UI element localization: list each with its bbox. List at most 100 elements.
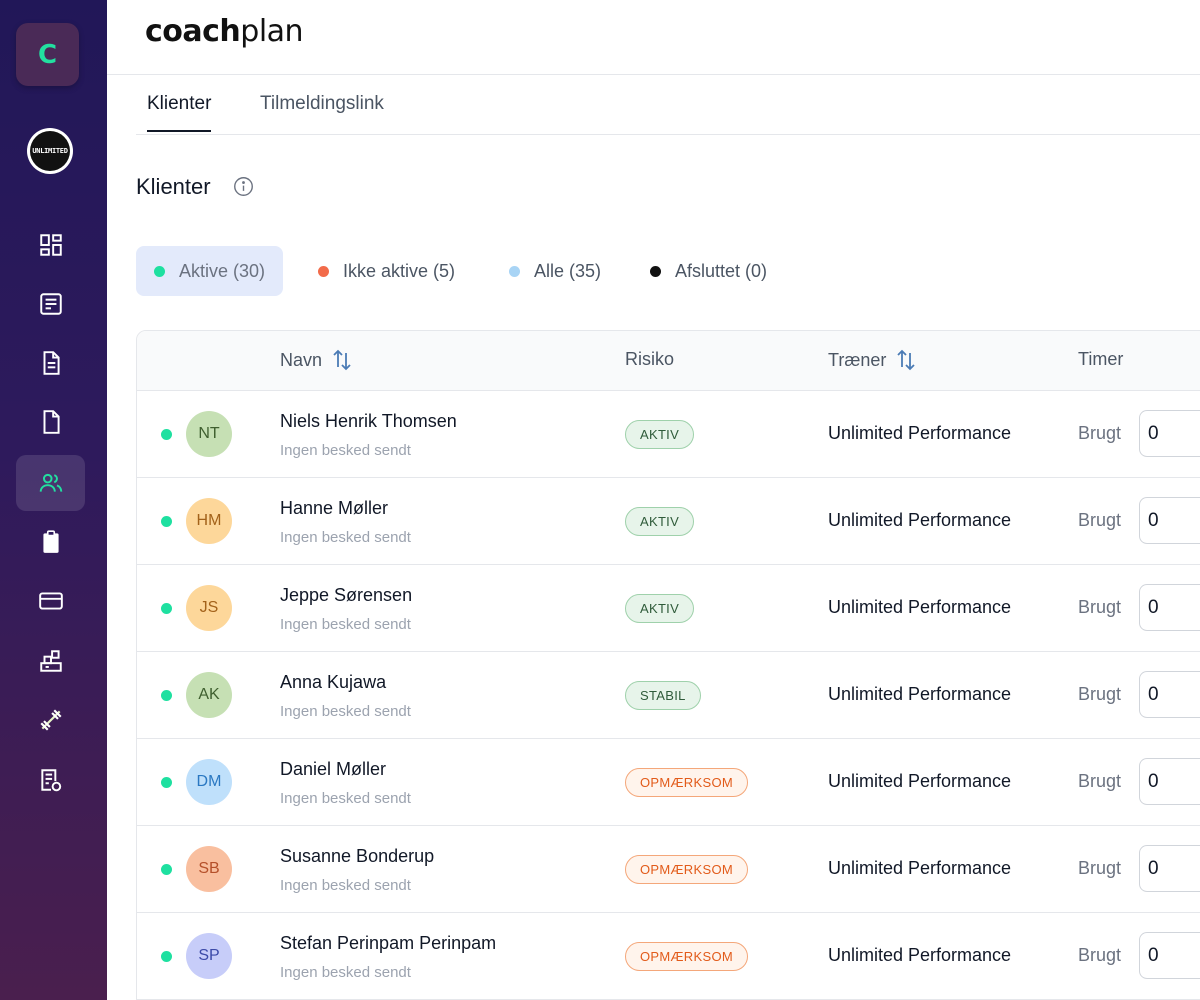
brand-logo[interactable]: coachplan [145, 14, 304, 49]
brand-bold: coach [145, 14, 241, 49]
filter-inactive[interactable]: Ikke aktive (5) [300, 246, 473, 296]
form-icon [39, 293, 62, 315]
hours-used-input[interactable]: 0 [1139, 845, 1200, 892]
table-row[interactable]: NT Niels Henrik Thomsen Ingen besked sen… [137, 391, 1200, 478]
status-dot [161, 864, 172, 875]
hours-used-input[interactable]: 0 [1139, 410, 1200, 457]
table-row[interactable]: AK Anna Kujawa Ingen besked sendt STABIL… [137, 652, 1200, 739]
table-row[interactable]: HM Hanne Møller Ingen besked sendt AKTIV… [137, 478, 1200, 565]
client-name[interactable]: Susanne Bonderup [280, 846, 434, 867]
hours-used-label: Brugt [1078, 945, 1122, 965]
coach-name: Unlimited Performance [828, 771, 1012, 791]
filter-ended[interactable]: Afsluttet (0) [632, 246, 785, 296]
tab-clients[interactable]: Klienter [147, 93, 212, 132]
filter-dot [509, 265, 520, 277]
status-dot [161, 690, 172, 701]
client-name[interactable]: Niels Henrik Thomsen [280, 411, 457, 432]
organization-logo[interactable]: UNLIMITED [27, 128, 73, 174]
message-status: Ingen besked sendt [280, 616, 411, 633]
hours-used-input[interactable]: 0 [1139, 758, 1200, 805]
avatar[interactable]: AK [186, 672, 232, 718]
avatar[interactable]: JS [186, 585, 232, 631]
nav-clipboard[interactable] [16, 514, 85, 570]
org-logo-mark: UNLIMITED [30, 131, 70, 171]
column-header-label: Risiko [625, 349, 675, 369]
message-status: Ingen besked sendt [280, 877, 411, 894]
nav-reports[interactable] [16, 752, 85, 808]
coach-name: Unlimited Performance [828, 510, 1012, 530]
message-status: Ingen besked sendt [280, 529, 411, 546]
table-row[interactable]: SB Susanne Bonderup Ingen besked sendt O… [137, 826, 1200, 913]
avatar[interactable]: SP [186, 933, 232, 979]
coach-name: Unlimited Performance [828, 945, 1012, 965]
message-status: Ingen besked sendt [280, 964, 411, 981]
risk-badge: AKTIV [625, 507, 695, 536]
info-icon[interactable] [233, 176, 254, 197]
nav-clients[interactable] [16, 455, 85, 511]
users-icon [39, 473, 62, 492]
sort-icon[interactable] [332, 349, 352, 371]
filter-dot [154, 265, 165, 277]
hours-used-input[interactable]: 0 [1139, 497, 1200, 544]
filter-dot [650, 265, 661, 277]
avatar[interactable]: HM [186, 498, 232, 544]
table-row[interactable]: JS Jeppe Sørensen Ingen besked sendt AKT… [137, 565, 1200, 652]
column-header-label: Træner [828, 349, 887, 370]
filter-active[interactable]: Aktive (30) [136, 246, 284, 296]
blocks-icon [39, 650, 62, 672]
dashboard-icon [39, 234, 62, 256]
column-header-coach[interactable]: Træner [828, 349, 916, 371]
status-dot [161, 951, 172, 962]
hours-used-label: Brugt [1078, 684, 1122, 704]
risk-badge: OPMÆRKSOM [625, 942, 748, 971]
column-header-name[interactable]: Navn [280, 349, 352, 371]
column-header-hours: Timer [1078, 349, 1123, 370]
sort-icon[interactable] [896, 349, 916, 371]
column-header-risk: Risiko [625, 349, 674, 370]
tab-signup-link[interactable]: Tilmeldingslink [260, 93, 384, 130]
dumbbell-icon [39, 709, 62, 731]
client-name[interactable]: Anna Kujawa [280, 672, 386, 693]
table-header: Navn Risiko Træner Timer [137, 331, 1200, 391]
client-name[interactable]: Jeppe Sørensen [280, 585, 412, 606]
clients-table: Navn Risiko Træner Timer NT Niels Henrik… [136, 330, 1200, 1000]
status-dot [161, 516, 172, 527]
credit-card-icon [38, 592, 63, 610]
message-status: Ingen besked sendt [280, 703, 411, 720]
column-header-label: Timer [1078, 349, 1124, 369]
nav-payments[interactable] [16, 573, 85, 629]
coach-name: Unlimited Performance [828, 423, 1012, 443]
filter-label: Afsluttet (0) [675, 260, 768, 281]
sidebar: C UNLIMITED [0, 0, 107, 1000]
tab-bar: Klienter Tilmeldingslink [136, 75, 1200, 135]
client-name[interactable]: Hanne Møller [280, 498, 388, 519]
message-status: Ingen besked sendt [280, 790, 411, 807]
avatar[interactable]: DM [186, 759, 232, 805]
top-header: coachplan [107, 0, 1200, 75]
filter-label: Aktive (30) [179, 260, 266, 281]
hours-used-input[interactable]: 0 [1139, 584, 1200, 631]
nav-documents[interactable] [16, 335, 85, 391]
app-switcher-button[interactable]: C [16, 23, 79, 86]
client-name[interactable]: Stefan Perinpam Perinpam [280, 933, 496, 954]
hours-used-input[interactable]: 0 [1139, 671, 1200, 718]
filter-all[interactable]: Alle (35) [491, 246, 619, 296]
message-status: Ingen besked sendt [280, 442, 411, 459]
nav-forms[interactable] [16, 276, 85, 332]
status-dot [161, 603, 172, 614]
risk-badge: OPMÆRKSOM [625, 768, 748, 797]
nav-files[interactable] [16, 394, 85, 450]
nav-programs[interactable] [16, 633, 85, 689]
nav-dashboard[interactable] [16, 217, 85, 273]
avatar[interactable]: SB [186, 846, 232, 892]
avatar[interactable]: NT [186, 411, 232, 457]
clipboard-icon [42, 530, 59, 553]
hours-used-input[interactable]: 0 [1139, 932, 1200, 979]
nav-exercises[interactable] [16, 692, 85, 748]
status-dot [161, 429, 172, 440]
hours-used-label: Brugt [1078, 423, 1122, 443]
client-name[interactable]: Daniel Møller [280, 759, 386, 780]
coach-name: Unlimited Performance [828, 597, 1012, 617]
table-row[interactable]: DM Daniel Møller Ingen besked sendt OPMÆ… [137, 739, 1200, 826]
table-row[interactable]: SP Stefan Perinpam Perinpam Ingen besked… [137, 913, 1200, 1000]
